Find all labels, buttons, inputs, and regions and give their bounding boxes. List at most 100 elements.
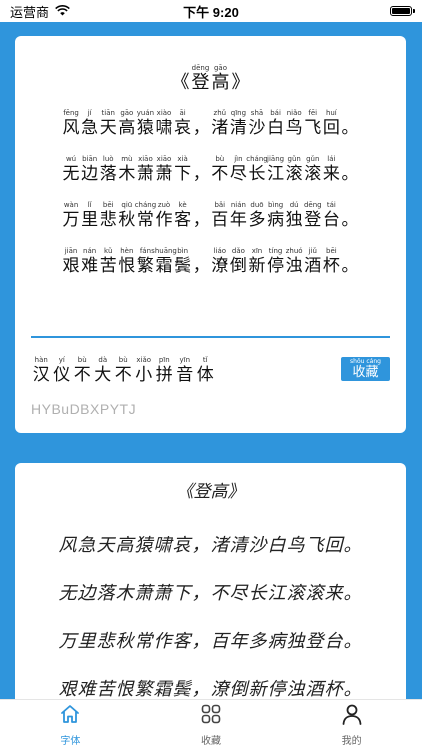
pinyin-char: 。 [341,155,360,184]
pinyin: tíng [268,247,283,255]
pinyin-char: hàn 汉 [31,356,52,385]
font-preview-card[interactable]: 《登高》 风急天高猿啸哀，渚清沙白鸟飞回。 无边落木萧萧下，不尽长江滚滚来。 万… [15,463,406,713]
pinyin-char: dēng 登 [303,201,322,230]
pinyin: mù [121,155,133,163]
pinyin: pīn [158,356,170,364]
preview-lines: 风急天高猿啸哀，渚清沙白鸟飞回。 无边落木萧萧下，不尽长江滚滚来。 万里悲秋常作… [15,522,406,713]
pinyin: kǔ [103,247,113,255]
hanzi: 猿 [136,118,154,138]
hanzi: 萧 [155,164,173,184]
poem-line: wú 无 biān 边 luò 落 mù 木 xiāo 萧 xiāo 萧 xià 下， bù 不 jìn 尽 chá… [29,155,392,184]
hanzi: 繁 [136,256,154,276]
preview-line: 万里悲秋常作客，百年多病独登台。 [58,631,363,652]
preview-line: 无边落木萧萧下，不尽长江滚滚来。 [58,583,363,604]
tab-collection[interactable]: 收藏 [141,700,282,750]
pinyin: qiū [121,201,133,209]
pinyin-char: ， [192,247,211,276]
pinyin: jìn [234,155,243,163]
pinyin: dǎo [231,247,245,255]
hanzi: 酒 [304,256,322,276]
pinyin-char: bù 不 [211,155,230,184]
hanzi: 落 [99,164,117,184]
pinyin-char: tíng 停 [266,247,285,276]
tab-profile[interactable]: 我的 [281,700,422,750]
hanzi: 新 [248,256,266,276]
hanzi: 汉 [32,365,50,385]
pinyin-char: tǐ 体 [195,356,216,385]
hanzi: 回 [322,118,340,138]
pinyin: tǐ [202,356,208,364]
pinyin-char: xià 下 [173,155,192,184]
hanzi: 常 [136,210,154,230]
hanzi: 小 [135,365,153,385]
pinyin-char: dǎo 倒 [229,247,248,276]
hanzi: 滚 [304,164,322,184]
hanzi: 万 [62,210,80,230]
pinyin: bù [77,356,87,364]
pinyin-char: kè 客 [173,201,192,230]
pinyin-char: bìng 病 [266,201,285,230]
pinyin-char: āi 哀 [173,109,192,138]
carrier-label: 运营商 [10,4,50,20]
pinyin: biān [82,155,98,163]
hanzi: 。 [341,118,359,138]
hanzi: 病 [267,210,285,230]
pinyin: gǔn [287,155,301,163]
pinyin-char: bù 不 [72,356,93,385]
pinyin-char: dú 独 [285,201,304,230]
pinyin-char: hèn 恨 [118,247,137,276]
pinyin-char: bái 白 [266,109,285,138]
hanzi: 大 [94,365,112,385]
pinyin: lái [327,155,336,163]
pinyin: gǔn [306,155,320,163]
pinyin: bù [118,356,128,364]
hanzi: 台 [322,210,340,230]
hanzi: 来 [322,164,340,184]
pinyin-char: 《 [171,64,191,93]
pinyin-char: tái 台 [322,201,341,230]
pinyin-char: fēng 风 [62,109,81,138]
hanzi: 仪 [53,365,71,385]
poem-body: fēng 风 jí 急 tiān 天 gāo 高 yuán 猿 xiào 啸 āi 哀， zhǔ 渚 qīng 清… [15,109,406,276]
pinyin-char: bù 不 [113,356,134,385]
battery-icon [390,6,415,16]
collect-button[interactable]: shōu cáng 收藏 [341,357,390,381]
pinyin-char: zhuó 浊 [285,247,304,276]
pinyin: jí [87,109,92,117]
pinyin-char: jiǔ 酒 [303,247,322,276]
pinyin-char: zhǔ 渚 [211,109,230,138]
preview-title: 《登高》 [176,482,245,502]
pinyin-char: cháng 长 [246,155,267,184]
pinyin-char: jiāng 江 [266,155,285,184]
hanzi: 停 [267,256,285,276]
pinyin: niǎo [286,109,302,117]
hanzi: 霜 [155,256,173,276]
pinyin-char: shā 沙 [248,109,267,138]
pinyin-char: gāo 高 [211,64,231,93]
pinyin: tái [326,201,336,209]
font-code: HYBuDBXPYTJ [31,401,137,417]
pinyin-char: yí 仪 [52,356,73,385]
hanzi: 里 [81,210,99,230]
pinyin-char: wú 无 [62,155,81,184]
pinyin-char: yuán 猿 [136,109,155,138]
pinyin: xiào [156,109,172,117]
pinyin: bù [215,155,225,163]
pinyin-char: yīn 音 [175,356,196,385]
tab-fonts[interactable]: 字体 [0,700,141,750]
pinyin-char: ， [192,109,211,138]
hanzi: 沙 [248,118,266,138]
pinyin-char: zuò 作 [155,201,174,230]
pinyin-char: kǔ 苦 [99,247,118,276]
pinyin-char: jiān 艰 [62,247,81,276]
pinyin: zhǔ [213,109,227,117]
grid-icon [200,703,222,729]
pinyin-char: dēng 登 [191,64,211,93]
pinyin-char: nián 年 [229,201,248,230]
pinyin: hàn [34,356,48,364]
hanzi: 百 [211,210,229,230]
pinyin-char: 》 [231,64,251,93]
pinyin-char: liáo 潦 [211,247,230,276]
pinyin-char: lái 来 [322,155,341,184]
pinyin: hèn [120,247,134,255]
